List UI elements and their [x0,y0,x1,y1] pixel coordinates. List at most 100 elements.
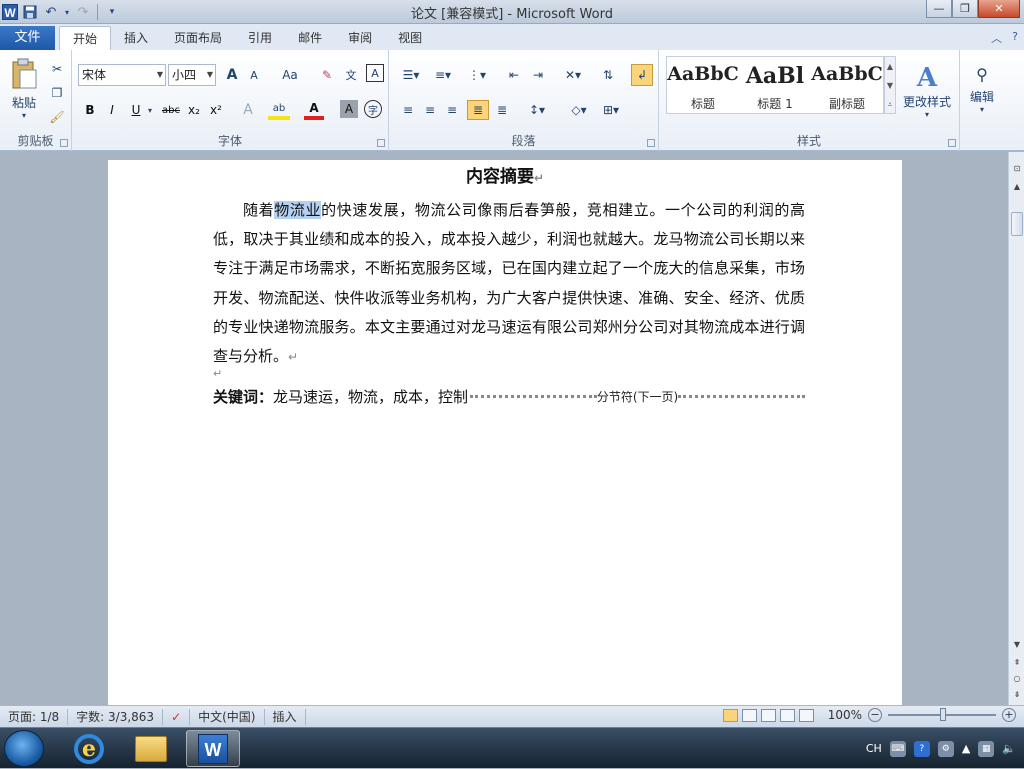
highlight-button[interactable]: ab [268,100,290,120]
char-shading-button[interactable]: A [340,100,358,118]
proofing-icon[interactable]: ✓ [163,708,191,725]
full-screen-view-icon[interactable] [741,708,757,722]
paragraph-launcher-icon[interactable] [647,139,655,147]
decrease-indent-icon[interactable]: ⇤ [503,64,525,86]
align-center-icon[interactable]: ≡ [419,100,441,120]
browse-object-icon[interactable]: ○ [1009,672,1024,686]
superscript-button[interactable]: x² [206,100,226,120]
tab-references[interactable]: 引用 [235,26,285,50]
show-hidden-icons[interactable]: ▲ [962,742,970,755]
subscript-button[interactable]: x₂ [184,100,204,120]
bold-button[interactable]: B [80,100,100,120]
taskbar-word[interactable]: W [186,730,240,767]
underline-button[interactable]: U [126,100,146,120]
draft-view-icon[interactable] [798,708,814,722]
align-left-icon[interactable]: ≡ [397,100,419,120]
justify-icon[interactable]: ≣ [467,100,489,120]
close-button[interactable]: ✕ [978,0,1020,18]
next-page-icon[interactable]: ⇟ [1009,688,1024,702]
grow-font-button[interactable]: A [222,64,242,86]
restore-button[interactable]: ❐ [952,0,978,18]
style-gallery-scroll[interactable]: ▲ ▼ ⩡ [884,56,896,114]
tab-view[interactable]: 视图 [385,26,435,50]
zoom-out-icon[interactable]: − [868,708,882,722]
language-indicator[interactable]: 中文(中国) [190,708,265,725]
bullets-icon[interactable]: ☰▾ [397,64,425,86]
clipboard-launcher-icon[interactable] [60,139,68,147]
change-case-button[interactable]: Aa [276,64,304,86]
volume-icon[interactable]: 🔈 [1002,742,1016,755]
taskbar-explorer[interactable] [124,730,178,767]
help-icon[interactable]: ? [1012,30,1018,46]
print-layout-view-icon[interactable] [722,708,738,722]
keyboard-icon[interactable]: ⌨ [889,740,906,757]
minimize-button[interactable]: — [926,0,952,18]
borders-icon[interactable]: ⊞▾ [597,100,625,120]
font-size-select[interactable]: 小四 ▼ [168,64,216,86]
tab-file[interactable]: 文件 [0,26,55,50]
phonetic-guide-icon[interactable]: 文 [340,64,362,86]
paste-button[interactable]: 粘贴 ▾ [6,56,42,122]
tab-home[interactable]: 开始 [59,26,112,50]
char-border-button[interactable]: A [366,64,384,82]
help-tray-icon[interactable]: ? [913,740,930,757]
show-marks-icon[interactable]: ↲ [631,64,653,86]
distribute-icon[interactable]: ≣ [491,100,513,120]
style-heading-1[interactable]: AaBl 标题 1 [739,57,811,115]
keywords-line[interactable]: 关键词： 龙马速运，物流，成本，控制 分节符(下一页) [213,386,805,407]
zoom-slider[interactable] [888,708,996,721]
scroll-up-icon[interactable]: ▲ [1009,180,1024,194]
font-name-select[interactable]: 宋体 ▼ [78,64,166,86]
multilevel-list-icon[interactable]: ⋮▾ [463,64,491,86]
cut-icon[interactable]: ✂ [48,60,66,78]
format-painter-icon[interactable]: 🖌 [48,108,66,126]
enclose-char-button[interactable]: 字 [364,100,382,118]
minimize-ribbon-icon[interactable]: ︿ [991,30,1002,46]
styles-launcher-icon[interactable] [948,139,956,147]
insert-mode[interactable]: 插入 [265,708,306,725]
zoom-level[interactable]: 100% [828,708,862,722]
style-subtitle[interactable]: AaBbC 副标题 [811,57,883,115]
underline-dropdown-icon[interactable]: ▾ [146,100,154,120]
chinese-layout-icon[interactable]: ✕▾ [559,64,587,86]
start-button[interactable] [4,730,44,767]
input-language[interactable]: CH [866,742,882,755]
scroll-down-icon[interactable]: ▼ [1009,638,1024,652]
vertical-scrollbar[interactable]: ⊡ ▲ ▼ ⇞ ○ ⇟ [1008,152,1024,705]
tab-review[interactable]: 审阅 [335,26,385,50]
taskbar-ie[interactable]: e [62,730,116,767]
shrink-font-button[interactable]: A [244,64,264,86]
clear-format-icon[interactable]: ✎ [316,64,338,86]
settings-tray-icon[interactable]: ⚙ [937,740,954,757]
scroll-thumb[interactable] [1011,212,1023,236]
tab-page-layout[interactable]: 页面布局 [161,26,235,50]
numbering-icon[interactable]: ≡▾ [429,64,457,86]
align-right-icon[interactable]: ≡ [441,100,463,120]
tab-insert[interactable]: 插入 [111,26,161,50]
tab-mailings[interactable]: 邮件 [285,26,335,50]
zoom-slider-thumb[interactable] [940,708,946,721]
zoom-in-icon[interactable]: + [1002,708,1016,722]
text-effects-button[interactable]: A [238,100,258,120]
sort-icon[interactable]: ⇅ [597,64,619,86]
line-spacing-icon[interactable]: ↕▾ [523,100,551,120]
editing-button[interactable]: ⚲ 编辑 ▾ [962,56,1002,122]
word-count[interactable]: 字数: 3/3,863 [68,708,164,725]
font-color-button[interactable]: A [304,100,324,120]
shading-icon[interactable]: ◇▾ [565,100,593,120]
network-icon[interactable]: ▦ [978,740,995,757]
change-styles-button[interactable]: A 更改样式 ▾ [900,56,954,126]
copy-icon[interactable]: ❐ [48,84,66,102]
prev-page-icon[interactable]: ⇞ [1009,656,1024,670]
style-title[interactable]: AaBbC 标题 [667,57,739,115]
page-count[interactable]: 页面: 1/8 [0,708,69,725]
document-page[interactable]: 内容摘要↵ 随着物流业的快速发展，物流公司像雨后春笋般，竞相建立。一个公司的利润… [108,160,902,705]
ruler-toggle-icon[interactable]: ⊡ [1009,162,1024,176]
outline-view-icon[interactable] [779,708,795,722]
increase-indent-icon[interactable]: ⇥ [527,64,549,86]
web-layout-view-icon[interactable] [760,708,776,722]
strikethrough-button[interactable]: abc [160,100,182,120]
font-launcher-icon[interactable] [377,139,385,147]
abstract-paragraph[interactable]: 随着物流业的快速发展，物流公司像雨后春笋般，竞相建立。一个公司的利润的高低，取决… [213,196,805,372]
italic-button[interactable]: I [102,100,122,120]
